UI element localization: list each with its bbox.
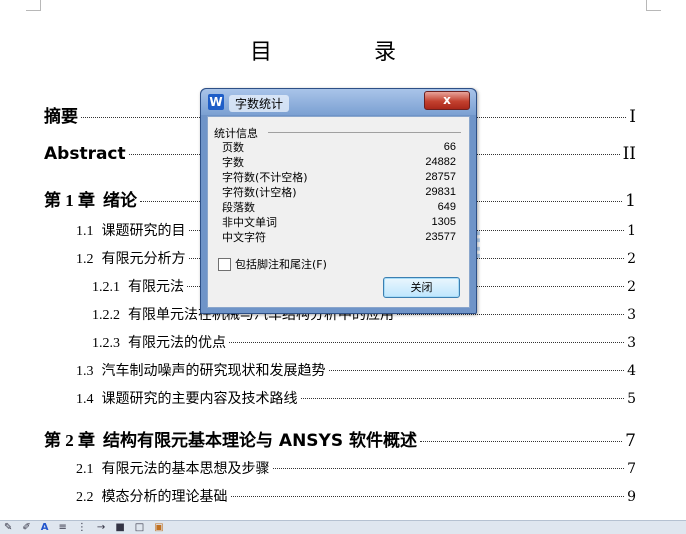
toc-entry-label: 有限元法的优点 (128, 335, 226, 351)
list-icon[interactable]: ⋮ (77, 522, 87, 533)
stat-value: 66 (443, 141, 456, 153)
toc-entry-page: 7 (625, 431, 636, 451)
dialog-body: 统计信息 页数 66 字数 24882 字符数(不计空格) 28757 字符数(计空格) 29… (207, 116, 470, 308)
box-icon[interactable]: □ (135, 522, 144, 533)
close-button[interactable]: 关闭 (383, 277, 460, 298)
stat-label: 页数 (222, 141, 244, 154)
toc-entry-label: 有限元分析方 (101, 251, 186, 267)
toc-leader-dots (328, 369, 625, 371)
toc-entry-number: 1.1 (76, 224, 94, 239)
stat-value: 23577 (425, 231, 456, 243)
stat-row: 段落数 649 (222, 200, 456, 215)
dialog-titlebar[interactable]: W 字数统计 x (201, 89, 476, 115)
toc-entry-page: I (629, 107, 636, 127)
toc-leader-dots (230, 495, 625, 497)
toc-entry-number: 1.2.3 (92, 336, 120, 351)
toc-entry-page: 4 (627, 363, 636, 379)
pen-icon[interactable]: ✐ (22, 522, 30, 533)
include-footnotes-checkbox[interactable] (218, 258, 231, 271)
include-footnotes-label[interactable]: 包括脚注和尾注(F) (235, 256, 327, 272)
toc-entry-page: 9 (627, 489, 636, 505)
shape-icon[interactable]: ■ (115, 522, 124, 533)
stat-row: 中文字符 23577 (222, 230, 456, 245)
stat-label: 非中文单词 (222, 216, 277, 229)
toc-entry-label: 有限元法的基本思想及步骤 (101, 461, 270, 477)
toc-entry-label: 课题研究的主要内容及技术路线 (101, 391, 298, 407)
toc-leader-dots (300, 397, 625, 399)
stat-value: 1305 (431, 216, 456, 228)
toc-leader-dots (229, 341, 625, 343)
stat-label: 字符数(不计空格) (222, 171, 308, 184)
toc-entry-number: 1.2.1 (92, 280, 120, 295)
toc-entry-number: 第 1 章 (44, 191, 95, 210)
toc-entry-label: 结构有限元基本理论与 ANSYS 软件概述 (103, 431, 418, 451)
toc-leader-dots (420, 440, 623, 442)
toc-entry-page: 3 (627, 335, 636, 351)
image-icon[interactable]: ▣ (154, 522, 163, 533)
stat-label: 中文字符 (222, 231, 266, 244)
page-corner-mark (646, 0, 661, 11)
toc-entry-number: 1.4 (76, 392, 94, 407)
stat-row: 字符数(计空格) 29831 (222, 185, 456, 200)
toc-entry-label: 有限元法 (128, 279, 184, 295)
stat-value: 649 (437, 201, 456, 213)
drawing-toolbar: ✎ ✐ A ≡ ⋮ → ■ □ ▣ (0, 520, 686, 534)
arrow-icon[interactable]: → (97, 522, 105, 533)
group-label: 统计信息 (214, 127, 258, 140)
close-icon[interactable]: x (424, 91, 470, 110)
toc-entry-page: 2 (627, 279, 636, 295)
toc-entry-page: 1 (625, 191, 636, 211)
stat-row: 字数 24882 (222, 155, 456, 170)
stat-value: 28757 (425, 171, 456, 183)
stat-row: 字符数(不计空格) 28757 (222, 170, 456, 185)
toc-entry-page: 1 (627, 223, 636, 239)
dialog-title: 字数统计 (229, 95, 290, 112)
group-divider (268, 132, 461, 133)
toc-entry[interactable]: 1.2.3 有限元法的优点 3 (92, 332, 636, 352)
toc-entry-label: 摘要 (44, 107, 78, 127)
stat-label: 字符数(计空格) (222, 186, 297, 199)
toc-entry-number: 1.2.2 (92, 308, 120, 323)
stat-value: 29831 (425, 186, 456, 198)
align-icon[interactable]: ≡ (59, 522, 67, 533)
stat-value: 24882 (425, 156, 456, 168)
toc-entry-page: 3 (627, 307, 636, 323)
page-corner-mark (26, 0, 41, 11)
font-color-icon[interactable]: A (41, 522, 49, 533)
toc-entry-label: 绪论 (103, 191, 137, 211)
wps-writer-icon: W (208, 94, 224, 110)
toc-entry-page: II (622, 144, 636, 164)
toc-entry-number: 2.1 (76, 462, 94, 477)
toc-entry-label: 课题研究的目 (101, 223, 186, 239)
toc-entry-page: 2 (627, 251, 636, 267)
stat-row: 页数 66 (222, 140, 456, 155)
word-count-dialog: W 字数统计 x 统计信息 页数 66 字数 24882 字符数(不计空格) 28757 字… (200, 88, 477, 314)
toc-title: 目 录 (249, 40, 436, 65)
stat-row: 非中文单词 1305 (222, 215, 456, 230)
stat-label: 段落数 (222, 201, 255, 214)
toc-entry-number: 第 2 章 (44, 431, 95, 450)
toc-entry[interactable]: 2.1 有限元法的基本思想及步骤 7 (76, 458, 636, 478)
toc-entry-label: 模态分析的理论基础 (101, 489, 228, 505)
toc-entry-label: 汽车制动噪声的研究现状和发展趋势 (101, 363, 326, 379)
toc-entry-number: 2.2 (76, 490, 94, 505)
paint-icon[interactable]: ✎ (4, 522, 12, 533)
toc-entry-number: 1.3 (76, 364, 94, 379)
toc-entry-page: 5 (627, 391, 636, 407)
toc-entry-page: 7 (627, 461, 636, 477)
stat-label: 字数 (222, 156, 244, 169)
toc-entry-number: 1.2 (76, 252, 94, 267)
toc-entry[interactable]: 2.2 模态分析的理论基础 9 (76, 486, 636, 506)
toc-entry[interactable]: 1.3 汽车制动噪声的研究现状和发展趋势 4 (76, 360, 636, 380)
toc-leader-dots (272, 467, 625, 469)
toc-entry[interactable]: 第 2 章结构有限元基本理论与 ANSYS 软件概述 7 (44, 426, 636, 451)
toc-entry-label: Abstract (44, 144, 126, 164)
toc-entry[interactable]: 1.4 课题研究的主要内容及技术路线 5 (76, 388, 636, 408)
